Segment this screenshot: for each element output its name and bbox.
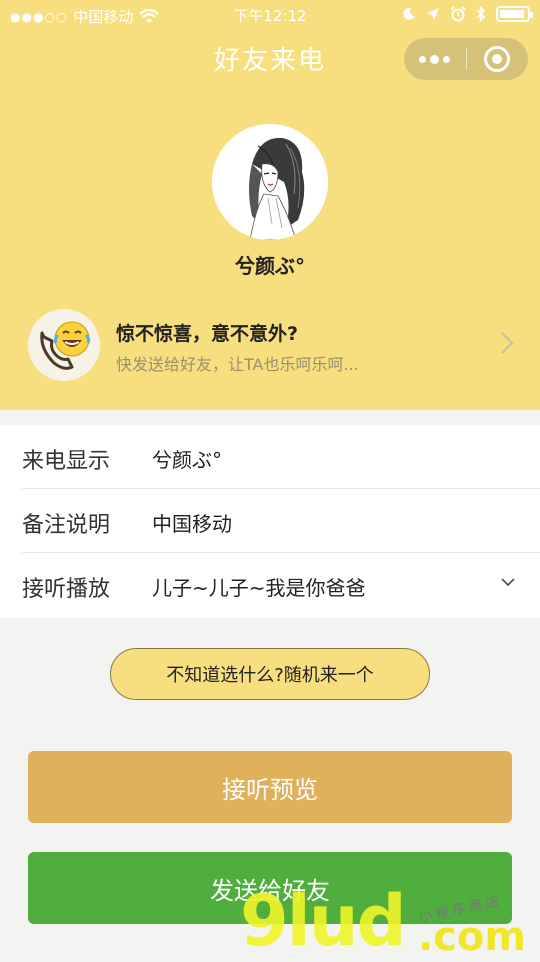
nickname: 兮颜ぶ° — [235, 254, 305, 278]
share-promo-card[interactable]: 惊不惊喜，意不意外? 快发送给好友，让TA也乐呵乐呵... — [0, 305, 540, 385]
promo-subtitle: 快发送给好友，让TA也乐呵乐呵... — [116, 355, 359, 374]
status-right — [402, 6, 533, 22]
location-icon — [427, 8, 439, 20]
battery-icon — [496, 6, 533, 22]
mini-program-capsule — [404, 38, 528, 80]
bluetooth-icon — [476, 6, 486, 22]
preview-call-button[interactable]: 接听预览 — [28, 751, 512, 823]
call-settings-form: 来电显示 兮颜ぶ° 备注说明 中国移动 接听播放 儿子~儿子~我是你爸爸 — [0, 425, 540, 618]
moon-icon — [403, 7, 415, 20]
girl-sketch-icon — [212, 124, 328, 240]
battery-level — [500, 10, 524, 18]
more-dots-icon[interactable] — [404, 54, 466, 64]
mini-program-close-button[interactable] — [466, 46, 528, 72]
remark-row[interactable]: 备注说明 中国移动 — [22, 489, 540, 553]
answer-audio-select[interactable]: 儿子~儿子~我是你爸爸 — [152, 572, 366, 601]
laughing-phone-icon — [28, 309, 100, 381]
random-pick-button[interactable]: 不知道选什么?随机来一个 — [110, 648, 430, 700]
remark-label: 备注说明 — [22, 513, 111, 538]
alarm-icon — [450, 6, 466, 22]
answer-audio-row[interactable]: 接听播放 儿子~儿子~我是你爸爸 — [22, 553, 540, 617]
chevron-down-icon[interactable] — [500, 575, 516, 589]
avatar — [212, 124, 328, 240]
chevron-right-icon — [501, 332, 514, 354]
status-bar: ●●●○○ 中国移动 下午12:12 — [0, 0, 540, 32]
answer-audio-label: 接听播放 — [22, 577, 111, 602]
mini-program-close-icon — [484, 46, 511, 72]
caller-display-input[interactable]: 兮颜ぶ° — [152, 444, 222, 473]
promo-title: 惊不惊喜，意不意外? — [116, 323, 299, 345]
caller-display-row[interactable]: 来电显示 兮颜ぶ° — [22, 425, 540, 489]
send-to-friend-button[interactable]: 发送给好友 — [28, 852, 512, 924]
remark-input[interactable]: 中国移动 — [152, 508, 232, 537]
caller-display-label: 来电显示 — [22, 449, 111, 474]
